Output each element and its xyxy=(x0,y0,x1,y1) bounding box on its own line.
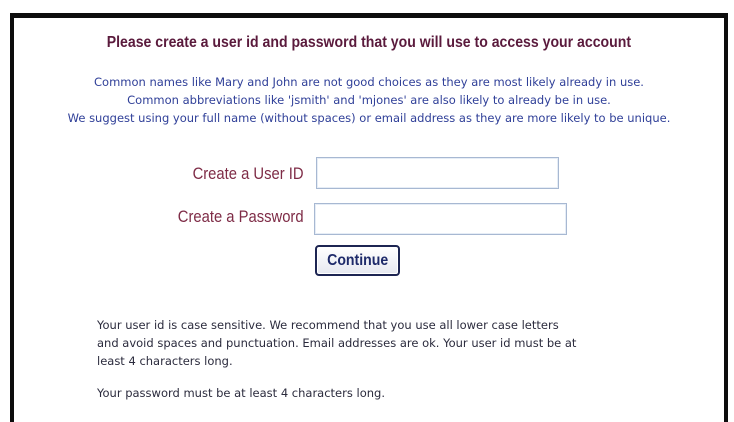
requirement-line: Your user id is case sensitive. We recom… xyxy=(97,318,559,332)
userid-advice: Common names like Mary and John are not … xyxy=(10,73,728,127)
advice-line: Common abbreviations like 'jsmith' and '… xyxy=(127,93,611,107)
user-id-input[interactable] xyxy=(316,157,559,189)
advice-line: We suggest using your full name (without… xyxy=(67,111,671,125)
user-id-label: Create a User ID xyxy=(90,164,304,184)
page-title-text: Please create a user id and password tha… xyxy=(106,34,632,51)
user-id-label-text: Create a User ID xyxy=(193,164,304,183)
page-title: Please create a user id and password tha… xyxy=(10,31,728,54)
password-requirement: Your password must be at least 4 charact… xyxy=(97,386,385,400)
advice-line: Common names like Mary and John are not … xyxy=(94,75,644,89)
user-id-requirements: Your user id is case sensitive. We recom… xyxy=(97,316,576,370)
continue-button-label: Continue xyxy=(326,251,388,269)
password-input[interactable] xyxy=(314,203,567,235)
requirement-line: least 4 characters long. xyxy=(97,354,233,368)
requirement-line: and avoid spaces and punctuation. Email … xyxy=(97,336,577,350)
password-label-text: Create a Password xyxy=(178,207,304,226)
password-label: Create a Password xyxy=(90,207,304,227)
continue-button[interactable]: Continue xyxy=(315,245,400,276)
